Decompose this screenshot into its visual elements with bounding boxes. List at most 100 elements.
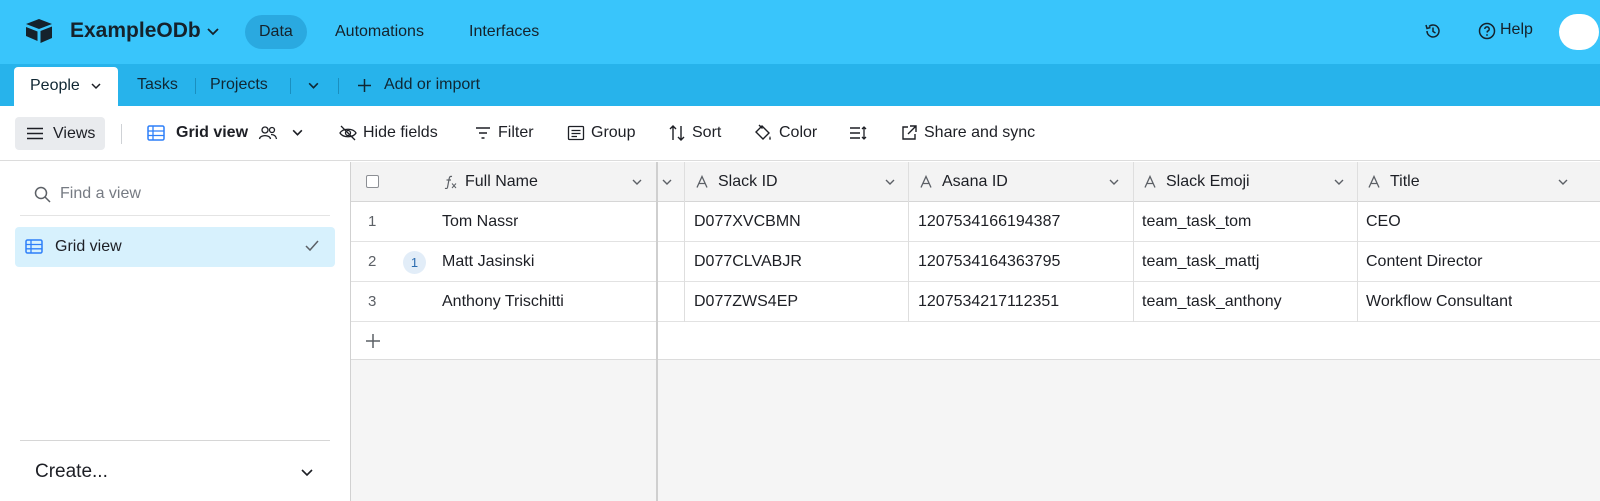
row-number: 2 xyxy=(368,253,377,270)
cell-slack-id[interactable]: D077XVCBMN xyxy=(694,202,801,242)
help-icon[interactable] xyxy=(1478,22,1496,40)
table-row[interactable]: 2 1 Matt Jasinski D077CLVABJR 1207534164… xyxy=(351,242,1600,282)
column-divider xyxy=(684,162,685,202)
column-divider xyxy=(684,242,685,282)
cell-title[interactable]: CEO xyxy=(1366,202,1401,242)
select-all-checkbox[interactable] xyxy=(366,175,379,188)
create-view-section[interactable]: Create... xyxy=(35,461,108,483)
views-sidebar: Grid view Create... xyxy=(0,162,351,501)
find-view-input[interactable] xyxy=(60,182,320,206)
plus-icon[interactable] xyxy=(365,333,381,349)
hide-fields-button[interactable]: Hide fields xyxy=(363,123,438,143)
app-header: ExampleODb Data Automations Interfaces H… xyxy=(0,0,1600,64)
group-button[interactable]: Group xyxy=(591,123,635,143)
tab-projects[interactable]: Projects xyxy=(210,64,268,106)
column-menu-chevron-icon[interactable] xyxy=(884,176,896,188)
comment-count-badge[interactable]: 1 xyxy=(403,251,426,274)
column-header-title[interactable]: Title xyxy=(1390,162,1420,202)
column-divider xyxy=(1357,162,1358,202)
grid-view-icon xyxy=(147,125,165,141)
cell-asana-id[interactable]: 1207534164363795 xyxy=(918,242,1060,282)
tab-divider xyxy=(195,78,196,94)
chevron-down-icon[interactable] xyxy=(291,126,304,139)
help-button[interactable]: Help xyxy=(1500,21,1533,39)
cell-slack-emoji[interactable]: team_task_tom xyxy=(1142,202,1251,242)
base-name[interactable]: ExampleODb xyxy=(70,19,201,43)
column-menu-chevron-icon[interactable] xyxy=(1333,176,1345,188)
hamburger-icon xyxy=(27,127,43,140)
column-menu-chevron-icon[interactable] xyxy=(1108,176,1120,188)
chevron-down-icon[interactable] xyxy=(90,80,102,92)
cell-slack-emoji[interactable]: team_task_anthony xyxy=(1142,282,1282,322)
chevron-down-icon[interactable] xyxy=(206,24,220,38)
chevron-down-icon[interactable] xyxy=(300,465,314,479)
sort-button[interactable]: Sort xyxy=(692,123,721,143)
column-divider xyxy=(1357,202,1358,242)
views-toggle-button[interactable]: Views xyxy=(15,117,105,150)
column-menu-chevron-icon[interactable] xyxy=(1557,176,1569,188)
toolbar-divider xyxy=(121,124,122,144)
nav-data[interactable]: Data xyxy=(245,15,307,49)
color-button[interactable]: Color xyxy=(779,123,817,143)
cell-title[interactable]: Workflow Consultant xyxy=(1366,282,1512,322)
views-label: Views xyxy=(53,125,96,142)
column-header-full-name[interactable]: Full Name xyxy=(465,162,538,202)
column-header-slack-id[interactable]: Slack ID xyxy=(718,162,778,202)
column-divider xyxy=(908,242,909,282)
cell-slack-id[interactable]: D077ZWS4EP xyxy=(694,282,798,322)
table-row[interactable]: 3 Anthony Trischitti D077ZWS4EP 12075342… xyxy=(351,282,1600,322)
search-divider xyxy=(20,215,330,216)
cell-asana-id[interactable]: 1207534217112351 xyxy=(918,282,1059,322)
formula-icon xyxy=(444,175,457,189)
column-menu-chevron-icon[interactable] xyxy=(661,176,673,188)
column-divider xyxy=(1133,162,1134,202)
sidebar-item-label: Grid view xyxy=(55,238,122,255)
column-header-asana-id[interactable]: Asana ID xyxy=(942,162,1008,202)
group-icon xyxy=(567,125,585,141)
avatar[interactable] xyxy=(1559,14,1599,50)
cell-slack-id[interactable]: D077CLVABJR xyxy=(694,242,802,282)
cell-slack-emoji[interactable]: team_task_mattj xyxy=(1142,242,1259,282)
cell-full-name[interactable]: Anthony Trischitti xyxy=(442,282,564,322)
column-divider xyxy=(1133,202,1134,242)
cell-title[interactable]: Content Director xyxy=(1366,242,1483,282)
cell-full-name[interactable]: Matt Jasinski xyxy=(442,242,534,282)
tab-tasks[interactable]: Tasks xyxy=(137,64,178,106)
row-number: 3 xyxy=(368,293,377,310)
column-divider xyxy=(1133,242,1134,282)
collaborative-view-icon xyxy=(258,126,278,140)
table-row[interactable]: 1 Tom Nassr D077XVCBMN 1207534166194387 … xyxy=(351,202,1600,242)
hide-fields-icon xyxy=(339,125,357,141)
table-tabs-bar: People Tasks Projects Add or import xyxy=(0,64,1600,106)
frozen-column-divider[interactable] xyxy=(656,162,658,501)
sidebar-item-grid-view[interactable]: Grid view xyxy=(15,227,335,267)
current-view-name[interactable]: Grid view xyxy=(176,123,248,143)
sort-icon xyxy=(669,125,685,141)
column-divider xyxy=(1357,282,1358,322)
text-field-icon xyxy=(1144,175,1156,188)
add-record-row[interactable] xyxy=(351,322,1600,360)
text-field-icon xyxy=(1368,175,1380,188)
column-divider xyxy=(684,282,685,322)
share-and-sync-button[interactable]: Share and sync xyxy=(924,123,1035,143)
tab-people[interactable]: People xyxy=(14,67,119,106)
text-field-icon xyxy=(920,175,932,188)
column-header-slack-emoji[interactable]: Slack Emoji xyxy=(1166,162,1250,202)
data-grid: Full Name Slack ID Asana ID Slack Emoji … xyxy=(351,162,1600,501)
row-height-icon[interactable] xyxy=(849,124,867,142)
paint-bucket-icon xyxy=(755,124,771,140)
filter-button[interactable]: Filter xyxy=(498,123,534,143)
cell-full-name[interactable]: Tom Nassr xyxy=(442,202,518,242)
add-or-import-button[interactable]: Add or import xyxy=(384,64,480,106)
column-divider xyxy=(684,202,685,242)
base-logo-icon[interactable] xyxy=(24,18,54,44)
column-menu-chevron-icon[interactable] xyxy=(631,176,643,188)
nav-automations[interactable]: Automations xyxy=(321,15,438,49)
history-icon[interactable] xyxy=(1424,22,1442,40)
more-tables-chevron-icon[interactable] xyxy=(307,79,320,92)
cell-asana-id[interactable]: 1207534166194387 xyxy=(918,202,1060,242)
column-divider xyxy=(908,162,909,202)
checkmark-icon xyxy=(305,240,319,252)
plus-icon[interactable] xyxy=(357,78,372,93)
nav-interfaces[interactable]: Interfaces xyxy=(455,15,553,49)
